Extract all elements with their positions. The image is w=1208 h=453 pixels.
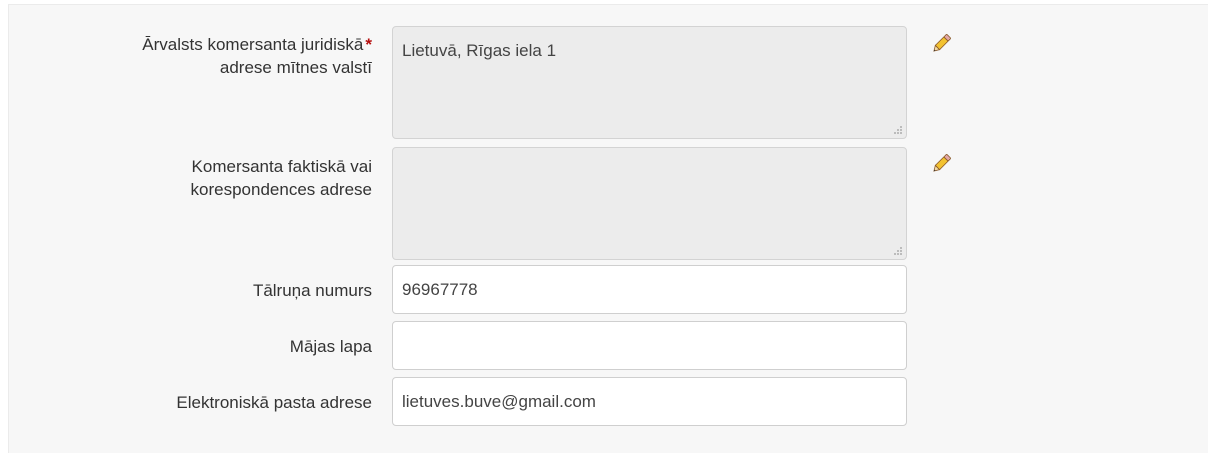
homepage-label: Mājas lapa	[289, 337, 372, 356]
email-label: Elektroniskā pasta adrese	[176, 393, 372, 412]
actual-address-label: Komersanta faktiskā vai korespondences a…	[191, 155, 372, 201]
actual-address-label-line1: Komersanta faktiskā vai	[191, 157, 372, 176]
phone-value: 96967778	[402, 280, 478, 299]
edit-actual-address-pencil-icon[interactable]	[930, 153, 952, 175]
actual-address-textarea[interactable]	[392, 147, 907, 260]
phone-label: Tālruņa numurs	[252, 281, 372, 300]
phone-input[interactable]: 96967778	[392, 265, 907, 314]
foreign-address-textarea[interactable]: Lietuvā, Rīgas iela 1	[392, 26, 907, 139]
foreign-address-value: Lietuvā, Rīgas iela 1	[402, 41, 557, 60]
required-mark: *	[365, 35, 372, 54]
homepage-input[interactable]	[392, 321, 907, 370]
resize-grip-icon[interactable]	[892, 124, 902, 134]
foreign-address-label-line1: Ārvalsts komersanta juridiskā	[142, 35, 364, 54]
email-input[interactable]: lietuves.buve@gmail.com	[392, 377, 907, 426]
resize-grip-icon[interactable]	[892, 245, 902, 255]
foreign-address-label: Ārvalsts komersanta juridiskā * adrese mī…	[142, 33, 372, 79]
foreign-address-label-line2: adrese mītnes valstī	[219, 58, 372, 77]
email-value: lietuves.buve@gmail.com	[402, 392, 596, 411]
actual-address-label-line2: korespondences adrese	[190, 180, 372, 199]
edit-foreign-address-pencil-icon[interactable]	[930, 33, 952, 55]
